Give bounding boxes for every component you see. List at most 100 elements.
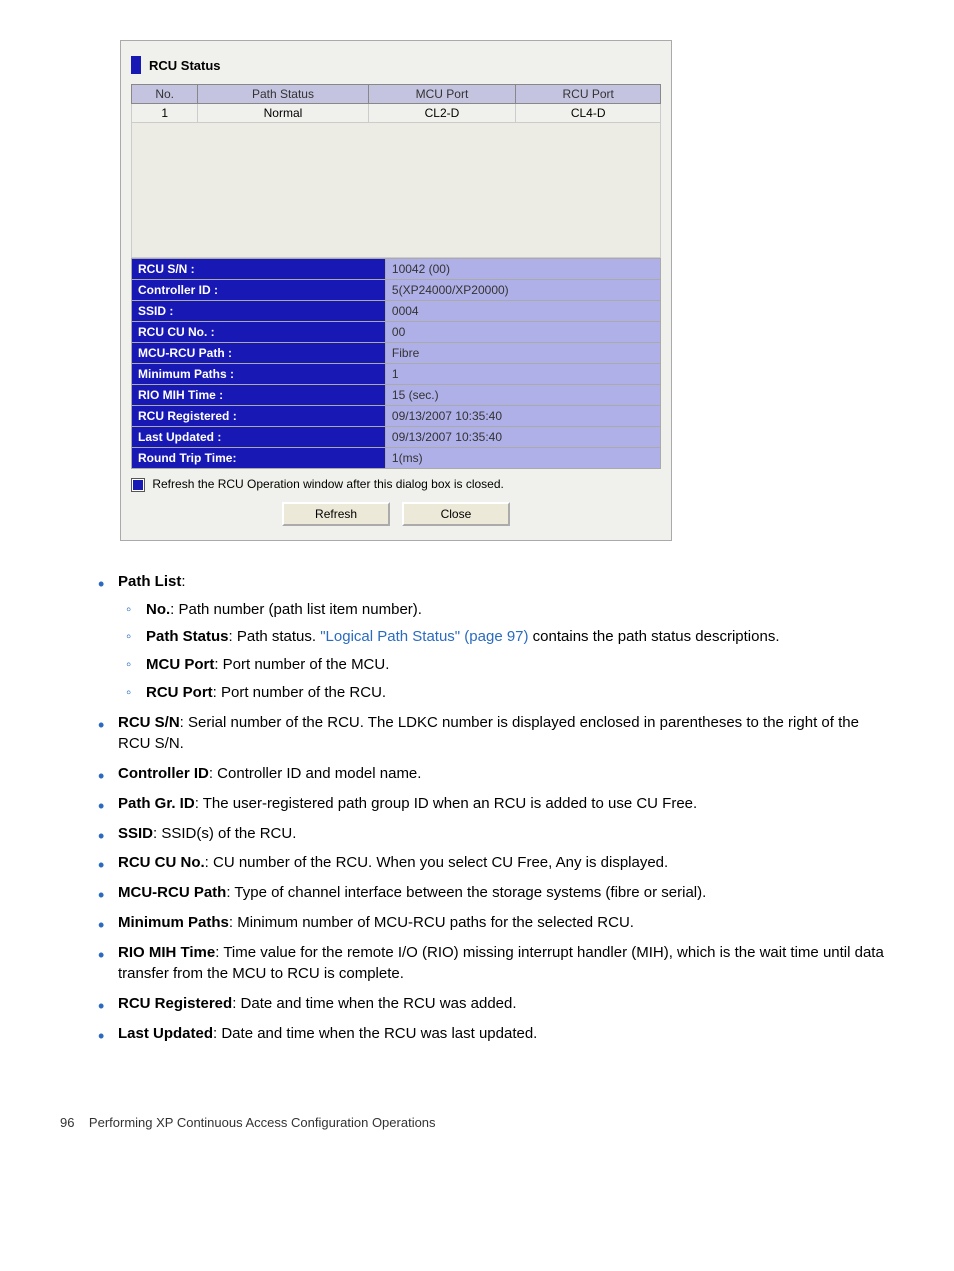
dialog-title-text: RCU Status [149,58,221,73]
k: MCU-RCU Path : [132,343,386,364]
v: 5(XP24000/XP20000) [385,280,660,301]
term: RCU Port [146,684,213,701]
v: 1 [385,364,660,385]
col-path-status[interactable]: Path Status [198,85,368,104]
doc-text: Path List: No.: Path number (path list i… [90,571,894,1045]
term: Minimum Paths [118,914,229,931]
sub-path-status: Path Status: Path status. "Logical Path … [146,626,894,648]
desc: : Date and time when the RCU was last up… [213,1025,537,1042]
term: RCU CU No. [118,854,205,871]
term: RCU S/N [118,714,180,731]
path-list-table: No. Path Status MCU Port RCU Port 1 Norm… [131,84,661,258]
desc: : Date and time when the RCU was added. [232,995,516,1012]
rcu-status-dialog: RCU Status No. Path Status MCU Port RCU … [120,40,672,541]
desc: : Minimum number of MCU-RCU paths for th… [229,914,634,931]
row-rcu-sn: RCU S/N :10042 (00) [132,259,661,280]
col-rcu-port[interactable]: RCU Port [516,85,661,104]
bullet-rcu-registered: RCU Registered: Date and time when the R… [118,993,894,1015]
bullet-last-updated: Last Updated: Date and time when the RCU… [118,1023,894,1045]
col-no[interactable]: No. [132,85,198,104]
k: Last Updated : [132,427,386,448]
sub-rcu-port: RCU Port: Port number of the RCU. [146,682,894,704]
row-round-trip: Round Trip Time:1(ms) [132,448,661,469]
v: 09/13/2007 10:35:40 [385,406,660,427]
col-mcu-port[interactable]: MCU Port [368,85,516,104]
term: Path List [118,573,181,590]
desc: : SSID(s) of the RCU. [153,825,296,842]
v: 10042 (00) [385,259,660,280]
v: 0004 [385,301,660,322]
bullet-controller-id: Controller ID: Controller ID and model n… [118,763,894,785]
desc: : Port number of the RCU. [213,684,386,701]
term: RCU Registered [118,995,232,1012]
desc-b: contains the path status descriptions. [529,628,780,645]
bullet-rio-mih: RIO MIH Time: Time value for the remote … [118,942,894,986]
bullet-rcu-cu-no: RCU CU No.: CU number of the RCU. When y… [118,852,894,874]
term: Last Updated [118,1025,213,1042]
bullet-mcu-rcu-path: MCU-RCU Path: Type of channel interface … [118,882,894,904]
desc-a: : Path status. [229,628,321,645]
empty-rows [132,123,661,258]
cell-no: 1 [132,104,198,123]
desc: : Path number (path list item number). [170,601,422,618]
refresh-option-row: Refresh the RCU Operation window after t… [131,469,661,492]
term: RIO MIH Time [118,944,215,961]
desc: : Serial number of the RCU. The LDKC num… [118,714,859,753]
bullet-rcu-sn: RCU S/N: Serial number of the RCU. The L… [118,712,894,756]
k: Controller ID : [132,280,386,301]
refresh-checkbox[interactable] [131,478,145,492]
dialog-title: RCU Status [131,51,661,84]
k: RCU S/N : [132,259,386,280]
bullet-path-list: Path List: No.: Path number (path list i… [118,571,894,704]
k: RCU CU No. : [132,322,386,343]
path-header-row: No. Path Status MCU Port RCU Port [132,85,661,104]
row-last-updated: Last Updated :09/13/2007 10:35:40 [132,427,661,448]
term: Controller ID [118,765,209,782]
desc: : Port number of the MCU. [214,656,389,673]
bullet-min-paths: Minimum Paths: Minimum number of MCU-RCU… [118,912,894,934]
table-row[interactable]: 1 Normal CL2-D CL4-D [132,104,661,123]
term: MCU-RCU Path [118,884,226,901]
v: 1(ms) [385,448,660,469]
row-rio-mih: RIO MIH Time :15 (sec.) [132,385,661,406]
desc: : CU number of the RCU. When you select … [205,854,669,871]
chapter-title: Performing XP Continuous Access Configur… [89,1115,436,1130]
term: SSID [118,825,153,842]
page-footer: 96 Performing XP Continuous Access Confi… [60,1115,894,1130]
term: Path Status [146,628,229,645]
cell-status: Normal [198,104,368,123]
refresh-label: Refresh the RCU Operation window after t… [152,477,504,491]
bullet-path-gr-id: Path Gr. ID: The user-registered path gr… [118,793,894,815]
rcu-details-table: RCU S/N :10042 (00) Controller ID :5(XP2… [131,258,661,469]
row-rcu-registered: RCU Registered :09/13/2007 10:35:40 [132,406,661,427]
refresh-button[interactable]: Refresh [282,502,390,526]
v: Fibre [385,343,660,364]
v: 09/13/2007 10:35:40 [385,427,660,448]
k: RCU Registered : [132,406,386,427]
k: Round Trip Time: [132,448,386,469]
cell-rcu: CL4-D [516,104,661,123]
sub-mcu-port: MCU Port: Port number of the MCU. [146,654,894,676]
desc: : Time value for the remote I/O (RIO) mi… [118,944,884,983]
desc: : Type of channel interface between the … [226,884,706,901]
link-logical-path-status[interactable]: "Logical Path Status" (page 97) [320,628,528,645]
title-marker-icon [131,56,141,74]
row-rcu-cu-no: RCU CU No. :00 [132,322,661,343]
row-min-paths: Minimum Paths :1 [132,364,661,385]
v: 15 (sec.) [385,385,660,406]
k: RIO MIH Time : [132,385,386,406]
term: Path Gr. ID [118,795,195,812]
desc: : Controller ID and model name. [209,765,422,782]
term: No. [146,601,170,618]
bullet-ssid: SSID: SSID(s) of the RCU. [118,823,894,845]
sub-no: No.: Path number (path list item number)… [146,599,894,621]
k: Minimum Paths : [132,364,386,385]
close-button[interactable]: Close [402,502,510,526]
row-mcu-rcu-path: MCU-RCU Path :Fibre [132,343,661,364]
row-controller-id: Controller ID :5(XP24000/XP20000) [132,280,661,301]
button-row: Refresh Close [131,492,661,530]
page-number: 96 [60,1115,74,1130]
cell-mcu: CL2-D [368,104,516,123]
row-ssid: SSID :0004 [132,301,661,322]
v: 00 [385,322,660,343]
